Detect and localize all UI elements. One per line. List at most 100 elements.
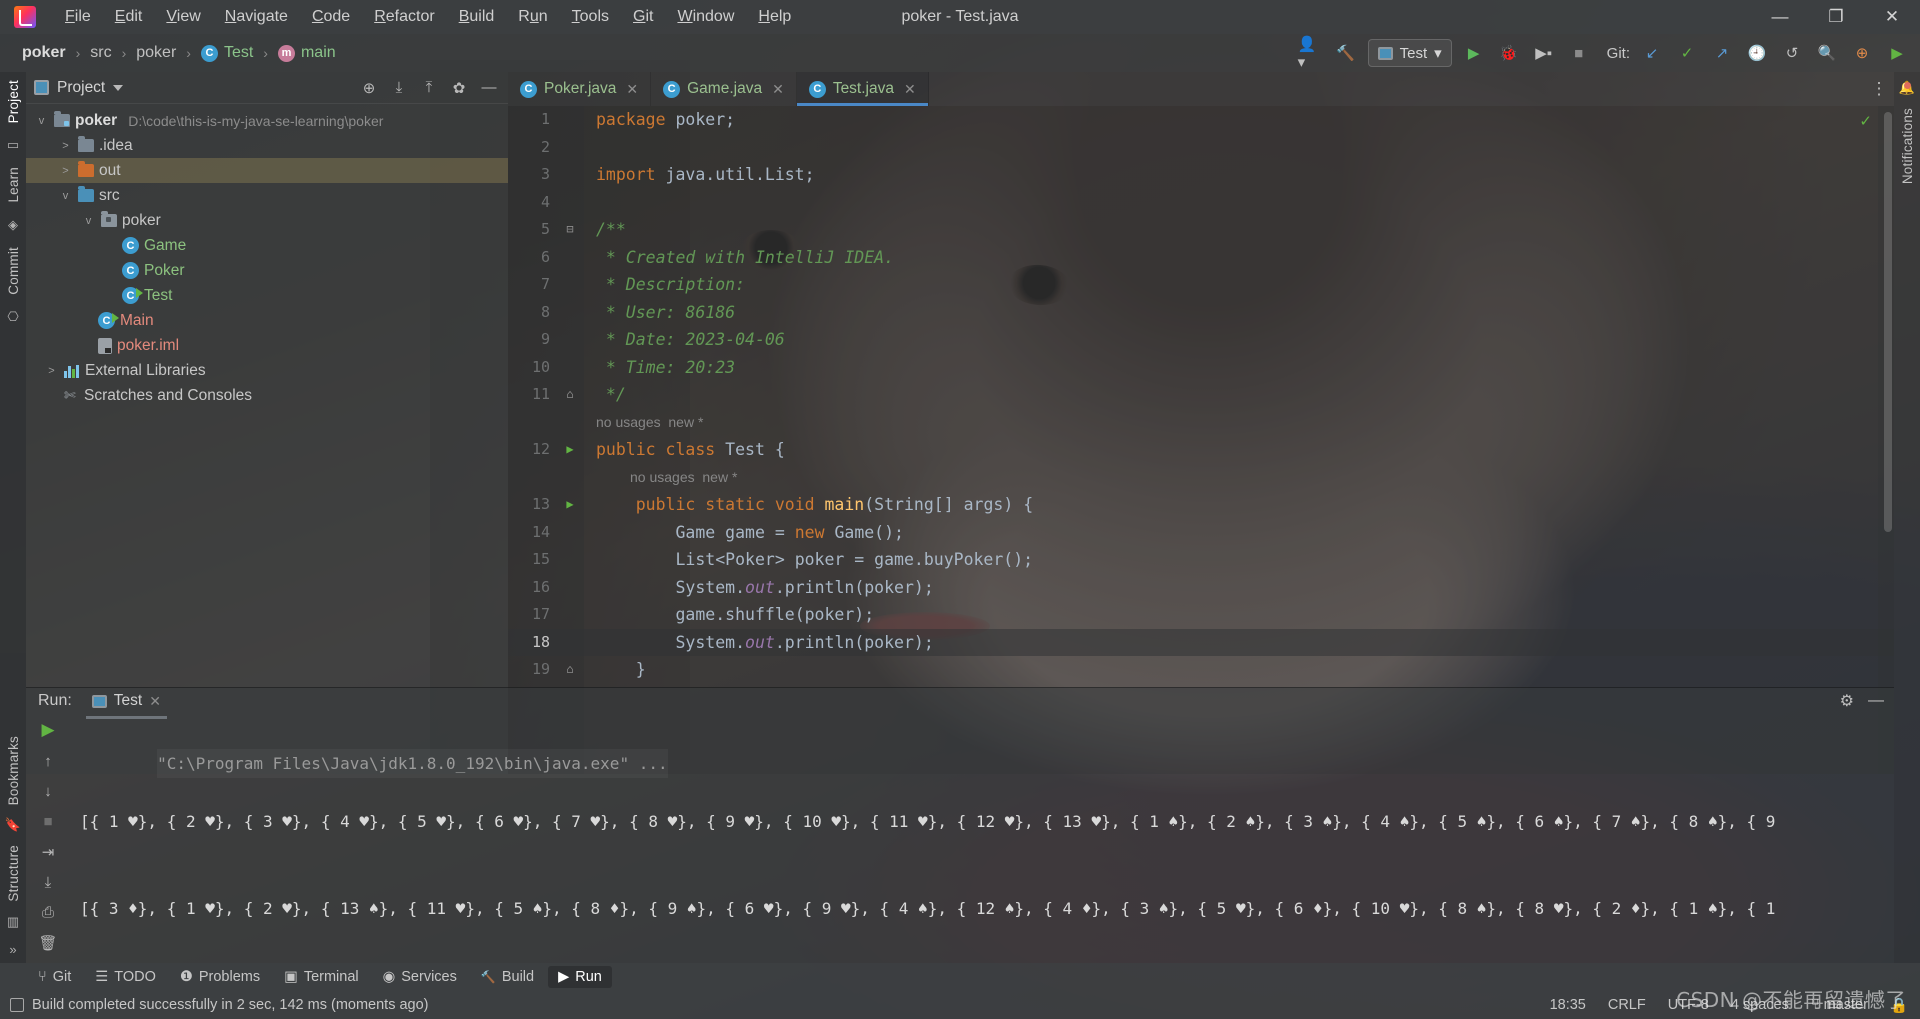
menu-item-navigate[interactable]: Navigate <box>214 4 299 30</box>
build-hammer-icon[interactable]: 🔨 <box>1333 40 1359 66</box>
hide-panel-icon[interactable]: — <box>1868 692 1884 710</box>
git-push-icon[interactable]: ↗ <box>1709 40 1735 66</box>
editor-scrollbar[interactable] <box>1878 106 1894 774</box>
run-configuration-selector[interactable]: Test ▾ <box>1367 39 1452 67</box>
structure-icon[interactable]: ▥ <box>7 914 19 930</box>
menu-item-tools[interactable]: Tools <box>561 4 620 30</box>
twisty-icon[interactable]: > <box>58 165 73 177</box>
git-commit-icon[interactable]: ✓ <box>1674 40 1700 66</box>
bottom-item-todo[interactable]: ☰ TODO <box>85 966 166 988</box>
tree-item-external-libraries[interactable]: > External Libraries <box>26 358 508 383</box>
hide-panel-icon[interactable]: — <box>478 79 500 96</box>
stop-icon[interactable]: ■ <box>1566 40 1592 66</box>
run-tab-test[interactable]: Test ✕ <box>85 688 168 719</box>
run-with-coverage-icon[interactable]: ▶▪ <box>1531 40 1557 66</box>
maximize-button[interactable]: ❐ <box>1808 0 1864 34</box>
more-tool-windows-icon[interactable]: » <box>9 942 16 957</box>
editor-tab-overflow-icon[interactable]: ⋮ <box>1864 72 1894 106</box>
search-icon[interactable]: 🔍 <box>1814 40 1840 66</box>
bottom-item-run[interactable]: ▶ Run <box>548 966 612 988</box>
git-rollback-icon[interactable]: ↺ <box>1779 40 1805 66</box>
editor-tab-test-java[interactable]: C Test.java ✕ <box>796 72 929 106</box>
tree-item-poker-module[interactable]: v poker D:\code\this-is-my-java-se-learn… <box>26 108 508 133</box>
tree-item-class-poker[interactable]: C Poker <box>26 258 508 283</box>
sidebar-item-bookmarks[interactable]: Bookmarks <box>6 736 21 805</box>
expand-all-icon[interactable]: ⤓ <box>388 79 410 96</box>
run-gutter-icon[interactable]: ▶ <box>556 436 584 464</box>
scroll-from-source-icon[interactable]: ⊕ <box>358 79 380 97</box>
close-tab-icon[interactable]: ✕ <box>904 81 916 98</box>
bottom-item-problems[interactable]: ❶ Problems <box>170 966 270 988</box>
breadcrumb-item-project[interactable]: poker <box>16 42 72 64</box>
twisty-icon[interactable]: v <box>34 115 49 127</box>
read-only-icon[interactable]: 🔒 <box>1890 997 1908 1014</box>
menu-item-refactor[interactable]: Refactor <box>363 4 445 30</box>
code-folding-icon[interactable]: ⊟ <box>556 216 584 244</box>
menu-item-code[interactable]: Code <box>301 4 361 30</box>
close-button[interactable]: ✕ <box>1864 0 1920 34</box>
clear-all-button[interactable]: 🗑 <box>38 934 57 952</box>
commit-icon[interactable]: ⎔ <box>7 309 18 325</box>
inspection-status-icon[interactable]: ✓ <box>1859 112 1872 130</box>
twisty-icon[interactable]: v <box>58 190 73 202</box>
notifications-icon[interactable]: 🔔 <box>1899 80 1915 96</box>
inlay-hint-method[interactable]: no usages new * <box>584 464 737 492</box>
bookmarks-icon[interactable]: 🔖 <box>5 817 21 833</box>
project-folder-icon[interactable]: ▭ <box>7 137 19 153</box>
tree-item-class-main[interactable]: C Main <box>26 308 508 333</box>
tree-item-out[interactable]: > out <box>26 158 508 183</box>
event-log-icon[interactable] <box>10 998 24 1012</box>
menu-item-help[interactable]: Help <box>747 4 802 30</box>
sidebar-item-notifications[interactable]: Notifications <box>1900 108 1915 184</box>
sidebar-item-project[interactable]: Project <box>6 80 21 123</box>
code-folding-icon[interactable]: ⌂ <box>556 381 584 409</box>
editor-tab-poker-java[interactable]: C Poker.java ✕ <box>508 72 652 106</box>
rerun-button[interactable]: ▶ <box>41 720 54 740</box>
collapse-all-icon[interactable]: ⤒ <box>418 79 440 96</box>
menu-item-build[interactable]: Build <box>448 4 506 30</box>
tree-item-src[interactable]: v src <box>26 183 508 208</box>
breadcrumb-item-package[interactable]: poker <box>130 42 182 64</box>
git-update-icon[interactable]: ↙ <box>1639 40 1665 66</box>
sidebar-item-learn[interactable]: Learn <box>6 167 21 203</box>
breadcrumb-item-method[interactable]: m main <box>272 42 342 64</box>
editor-scrollbar-thumb[interactable] <box>1884 112 1892 532</box>
plugin-icon[interactable]: ⊕ <box>1849 40 1875 66</box>
inlay-hint-class[interactable]: no usages new * <box>584 409 703 437</box>
settings-gear-icon[interactable]: ✿ <box>448 79 470 97</box>
code-content[interactable]: 1 package poker; 2 3 import java.util.List… <box>508 106 1894 774</box>
status-indent[interactable]: 4 spaces <box>1731 997 1789 1013</box>
close-run-tab-icon[interactable]: ✕ <box>149 693 161 710</box>
tree-item-package-poker[interactable]: v poker <box>26 208 508 233</box>
run-gutter-icon[interactable]: ▶ <box>556 491 584 519</box>
scroll-to-end-button[interactable]: ⤓ <box>45 874 52 891</box>
soft-wrap-button[interactable]: ⇥ <box>42 843 55 861</box>
twisty-icon[interactable]: > <box>58 140 73 152</box>
bottom-item-services[interactable]: ◉ Services <box>373 966 467 988</box>
settings-gear-icon[interactable]: ⚙ <box>1840 691 1854 711</box>
editor-tab-game-java[interactable]: C Game.java ✕ <box>651 72 797 106</box>
bottom-item-build[interactable]: 🔨 Build <box>471 966 544 988</box>
learn-icon[interactable]: ◈ <box>8 217 18 233</box>
menu-item-view[interactable]: View <box>155 4 211 30</box>
breadcrumb-item-class[interactable]: C Test <box>195 42 259 64</box>
ide-assistant-icon[interactable]: ▶ <box>1884 40 1910 66</box>
menu-item-file[interactable]: FFileile <box>54 4 102 30</box>
bottom-item-terminal[interactable]: ▣ Terminal <box>274 966 369 988</box>
status-branch[interactable]: ⑂ master <box>1811 997 1868 1013</box>
menu-item-edit[interactable]: Edit <box>104 4 154 30</box>
run-icon[interactable]: ▶ <box>1461 40 1487 66</box>
tree-item-scratches-and-consoles[interactable]: ✄ Scratches and Consoles <box>26 383 508 408</box>
tree-item-idea[interactable]: > .idea <box>26 133 508 158</box>
sidebar-item-commit[interactable]: Commit <box>6 247 21 295</box>
scroll-up-stacktrace-button[interactable]: ↑ <box>44 753 52 770</box>
sidebar-item-structure[interactable]: Structure <box>6 845 21 902</box>
code-folding-icon[interactable]: ⌂ <box>556 656 584 684</box>
minimize-button[interactable]: — <box>1752 0 1808 34</box>
scroll-down-stacktrace-button[interactable]: ↓ <box>44 783 52 800</box>
status-encoding[interactable]: UTF-8 <box>1668 997 1709 1013</box>
menu-item-git[interactable]: Git <box>622 4 664 30</box>
print-button[interactable]: ⎙ <box>42 904 54 921</box>
twisty-icon[interactable]: v <box>81 215 96 227</box>
chevron-down-icon[interactable] <box>113 84 124 91</box>
